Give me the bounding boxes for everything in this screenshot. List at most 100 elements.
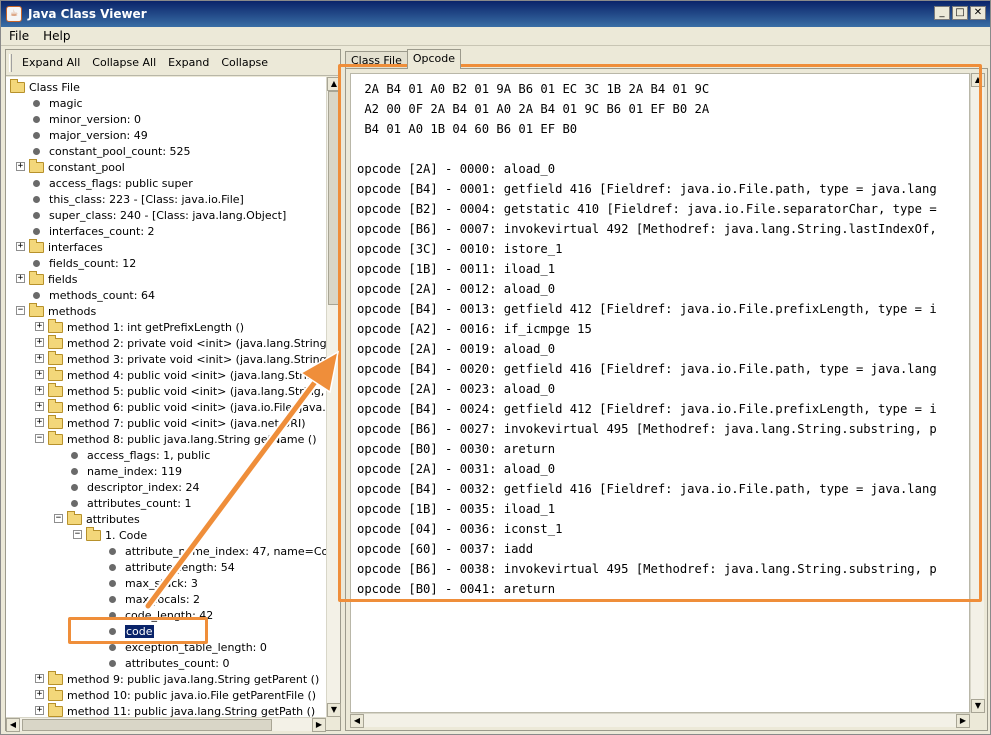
code-scroll-down-icon[interactable]: ▼: [971, 699, 985, 713]
collapse-all-button[interactable]: Collapse All: [86, 56, 162, 69]
tree-folder-node[interactable]: method 7: public void <init> (java.net.U…: [48, 414, 306, 431]
tree-leaf-node[interactable]: constant_pool_count: 525: [29, 143, 191, 159]
tree-leaf-node[interactable]: descriptor_index: 24: [67, 479, 199, 495]
tree-node-label: method 4: public void <init> (java.lang.…: [67, 368, 326, 382]
tree-leaf-node[interactable]: name_index: 119: [67, 463, 182, 479]
tab-class-file[interactable]: Class File: [345, 51, 408, 69]
tree-node-label: name_index: 119: [87, 464, 182, 478]
tree-leaf-node[interactable]: major_version: 49: [29, 127, 148, 143]
tree-folder-node[interactable]: method 9: public java.lang.String getPar…: [48, 670, 319, 687]
tree-leaf-node[interactable]: fields_count: 12: [29, 255, 136, 271]
tree-expander-icon[interactable]: −: [35, 434, 44, 443]
tree-scroll-thumb[interactable]: [328, 91, 340, 305]
menu-file[interactable]: File: [1, 29, 35, 43]
tree-node-label: descriptor_index: 24: [87, 480, 200, 494]
code-horizontal-scrollbar[interactable]: ◀ ▶: [350, 713, 970, 728]
tree-leaf-node[interactable]: attributes_count: 1: [67, 495, 191, 511]
leaf-bullet-icon: [71, 451, 78, 459]
tree-folder-node[interactable]: Class File: [10, 78, 80, 95]
code-vertical-scrollbar[interactable]: ▲ ▼: [970, 73, 985, 713]
tree-folder-node[interactable]: attributes: [67, 510, 140, 527]
opcode-text-area[interactable]: 2A B4 01 A0 B2 01 9A B6 01 EC 3C 1B 2A B…: [350, 73, 970, 713]
tree-leaf-node[interactable]: minor_version: 0: [29, 111, 141, 127]
expand-button[interactable]: Expand: [162, 56, 215, 69]
menu-help[interactable]: Help: [35, 29, 76, 43]
collapse-button[interactable]: Collapse: [215, 56, 274, 69]
code-scroll-right-icon[interactable]: ▶: [956, 714, 970, 728]
tree-leaf-node[interactable]: attribute_length: 54: [105, 559, 235, 575]
scroll-up-icon[interactable]: ▲: [327, 77, 341, 91]
tree-folder-node[interactable]: constant_pool: [29, 158, 125, 175]
tree-leaf-node[interactable]: this_class: 223 - [Class: java.io.File]: [29, 191, 244, 207]
tab-opcode[interactable]: Opcode: [406, 49, 462, 69]
tree-leaf-node[interactable]: attributes_count: 0: [105, 655, 229, 671]
tree-hscroll-thumb[interactable]: [22, 719, 272, 731]
leaf-bullet-icon: [71, 499, 78, 507]
tree-folder-node[interactable]: method 6: public void <init> (java.io.Fi…: [48, 398, 326, 415]
tree-folder-node[interactable]: method 5: public void <init> (java.lang.…: [48, 382, 326, 399]
tree-leaf-node[interactable]: super_class: 240 - [Class: java.lang.Obj…: [29, 207, 286, 223]
tree-folder-node[interactable]: method 10: public java.io.File getParent…: [48, 686, 316, 703]
tree-expander-icon[interactable]: +: [35, 674, 44, 683]
class-tree[interactable]: Class File magic minor_version: 0 major_ver…: [6, 77, 326, 717]
minimize-button[interactable]: _: [934, 6, 950, 20]
tree-folder-node[interactable]: method 2: private void <init> (java.lang…: [48, 334, 326, 351]
tree-folder-node[interactable]: 1. Code: [86, 526, 147, 543]
tree-node-label: method 6: public void <init> (java.io.Fi…: [67, 400, 326, 414]
tree-expander-icon[interactable]: +: [35, 354, 44, 363]
tree-leaf-node[interactable]: interfaces_count: 2: [29, 223, 155, 239]
expand-all-button[interactable]: Expand All: [16, 56, 86, 69]
opcode-line: opcode [2A] - 0019: aload_0: [357, 342, 556, 356]
tree-folder-node[interactable]: method 1: int getPrefixLength (): [48, 318, 244, 335]
opcode-line: opcode [2A] - 0012: aload_0: [357, 282, 556, 296]
tree-leaf-node[interactable]: max_stack: 3: [105, 575, 198, 591]
tree-expander-icon[interactable]: −: [54, 514, 63, 523]
tree-leaf-node[interactable]: access_flags: 1, public: [67, 447, 210, 463]
tree-expander-icon[interactable]: +: [35, 370, 44, 379]
tree-vertical-scrollbar[interactable]: ▲ ▼: [326, 77, 341, 717]
tree-leaf-node[interactable]: max_locals: 2: [105, 591, 200, 607]
opcode-line: B4 01 A0 1B 04 60 B6 01 EF B0: [357, 122, 578, 136]
tree-expander-icon[interactable]: +: [35, 386, 44, 395]
tree-node-label: interfaces: [48, 240, 103, 254]
folder-icon: [48, 414, 63, 429]
tree-expander-icon[interactable]: +: [16, 242, 25, 251]
maximize-button[interactable]: □: [952, 6, 968, 20]
tree-leaf-node[interactable]: methods_count: 64: [29, 287, 155, 303]
tree-node-label: constant_pool_count: 525: [49, 144, 191, 158]
tree-folder-node[interactable]: methods: [29, 302, 96, 319]
tree-expander-icon[interactable]: +: [16, 162, 25, 171]
tree-leaf-node[interactable]: attribute_name_index: 47, name=Code: [105, 543, 326, 559]
tree-expander-icon[interactable]: +: [35, 706, 44, 715]
tree-folder-node[interactable]: method 3: private void <init> (java.lang…: [48, 350, 326, 367]
tree-expander-icon[interactable]: −: [16, 306, 25, 315]
tree-leaf-node[interactable]: exception_table_length: 0: [105, 639, 267, 655]
tree-leaf-node[interactable]: magic: [29, 95, 83, 111]
scroll-left-icon[interactable]: ◀: [6, 718, 20, 732]
leaf-bullet-icon: [109, 595, 116, 603]
tree-expander-icon[interactable]: +: [35, 402, 44, 411]
tree-folder-node[interactable]: interfaces: [29, 238, 103, 255]
tree-folder-node[interactable]: method 8: public java.lang.String getNam…: [48, 430, 316, 447]
tree-expander-icon[interactable]: −: [73, 530, 82, 539]
scroll-right-icon[interactable]: ▶: [312, 718, 326, 732]
tree-leaf-node[interactable]: code: [105, 623, 154, 639]
tree-folder-node[interactable]: fields: [29, 270, 77, 287]
tree-leaf-node[interactable]: access_flags: public super: [29, 175, 193, 191]
close-button[interactable]: ✕: [970, 6, 986, 20]
tree-expander-icon[interactable]: +: [35, 338, 44, 347]
code-scroll-up-icon[interactable]: ▲: [971, 73, 985, 87]
title-bar[interactable]: ☕ Java Class Viewer _ □ ✕: [1, 1, 990, 27]
scroll-down-icon[interactable]: ▼: [327, 703, 341, 717]
tree-horizontal-scrollbar[interactable]: ◀ ▶: [6, 717, 326, 732]
code-scroll-left-icon[interactable]: ◀: [350, 714, 364, 728]
tree-leaf-node[interactable]: code_length: 42: [105, 607, 213, 623]
tree-node-label: method 11: public java.lang.String getPa…: [67, 704, 316, 718]
tree-folder-node[interactable]: method 11: public java.lang.String getPa…: [48, 702, 316, 718]
tree-folder-node[interactable]: method 4: public void <init> (java.lang.…: [48, 366, 326, 383]
tree-expander-icon[interactable]: +: [35, 690, 44, 699]
tree-expander-icon[interactable]: +: [35, 418, 44, 427]
tree-expander-icon[interactable]: +: [35, 322, 44, 331]
toolbar-grip[interactable]: [9, 53, 12, 72]
tree-expander-icon[interactable]: +: [16, 274, 25, 283]
